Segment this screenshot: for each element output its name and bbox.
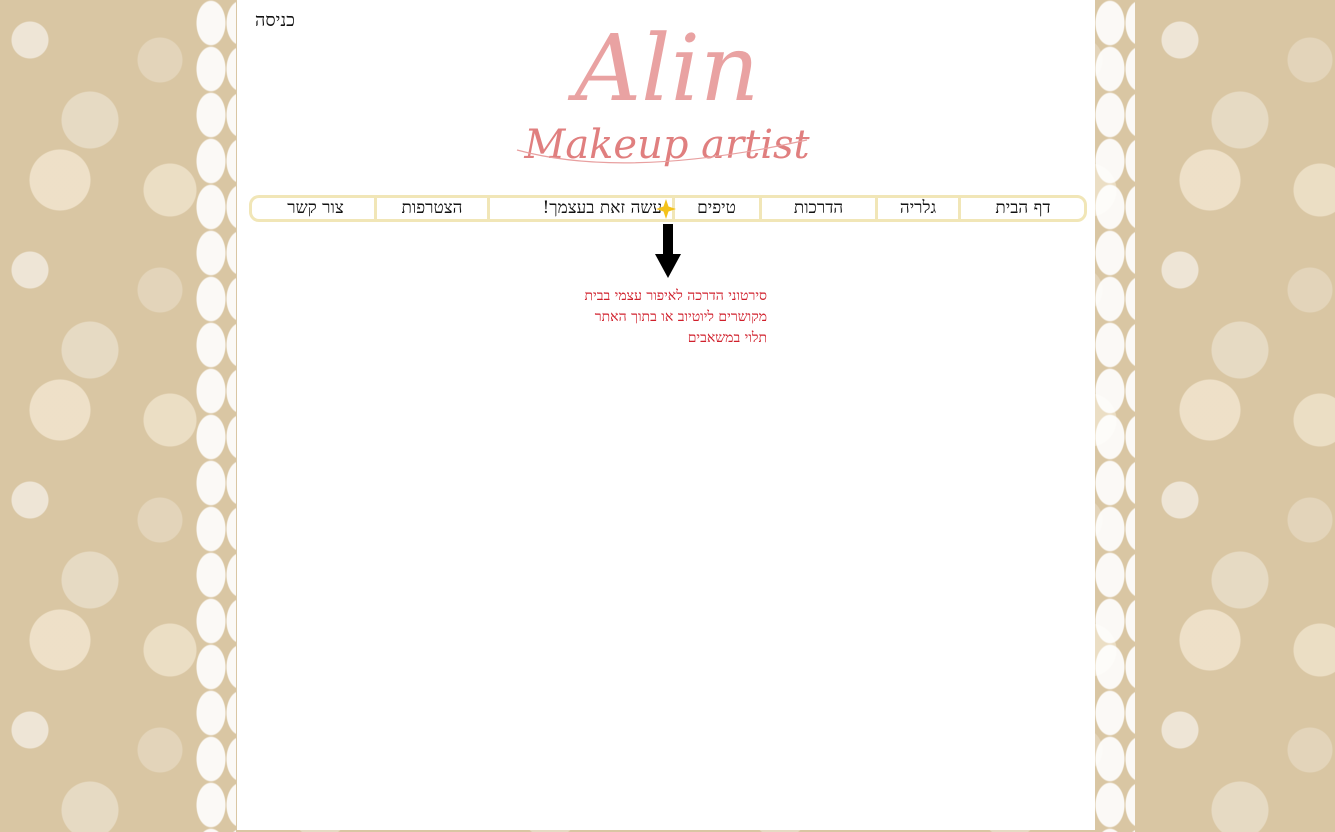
nav-divider <box>759 198 762 219</box>
page-content: כניסה Alin Makeup artist דף הבית גלריה ה… <box>237 0 1095 830</box>
nav-item-contact[interactable]: צור קשר <box>257 198 374 219</box>
nav-divider <box>487 198 490 219</box>
nav-divider <box>875 198 878 219</box>
nav-item-join[interactable]: הצטרפות <box>377 198 487 219</box>
nav-divider <box>958 198 961 219</box>
note-line: תלוי במשאבים <box>687 330 767 346</box>
site-logo[interactable]: Alin Makeup artist <box>507 0 827 190</box>
nav-item-tutorials[interactable]: הדרכות <box>762 198 875 219</box>
note-line: מקושרים ליוטיוב או בתוך האתר <box>594 309 767 325</box>
nav-item-tips[interactable]: טיפים <box>674 198 759 219</box>
arrow-down-icon <box>655 224 681 278</box>
nav-item-gallery[interactable]: גלריה <box>878 198 958 219</box>
logo-name: Alin <box>567 15 760 122</box>
lace-border-left <box>196 0 236 832</box>
lace-border-right <box>1095 0 1135 832</box>
star-icon <box>656 199 676 219</box>
annotation-note: סירטוני הדרכה לאיפור עצמי בבית מקושרים ל… <box>487 286 767 349</box>
nav-item-diy[interactable]: עשה זאת בעצמך! <box>492 198 662 219</box>
login-link[interactable]: כניסה <box>255 10 295 31</box>
nav-divider <box>374 198 377 219</box>
nav-item-home[interactable]: דף הבית <box>964 198 1082 219</box>
note-line: סירטוני הדרכה לאיפור עצמי בבית <box>584 288 767 304</box>
